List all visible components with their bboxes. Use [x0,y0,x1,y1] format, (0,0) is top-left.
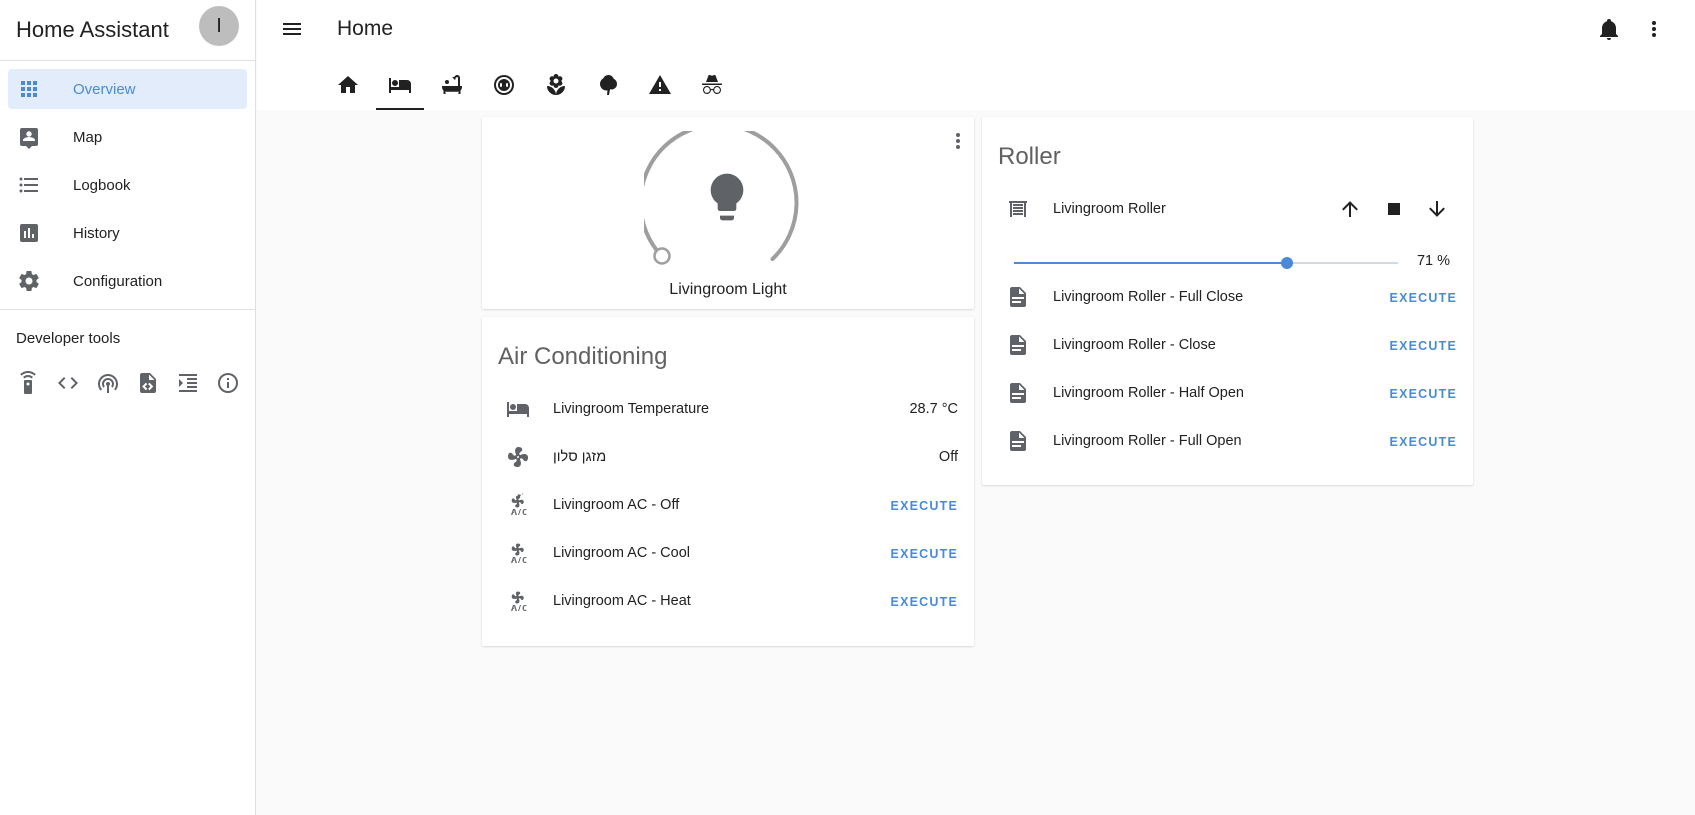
user-avatar[interactable]: I [199,6,239,46]
stop-icon[interactable] [1382,197,1406,221]
air-conditioner-icon [506,589,530,613]
sidebar-header: Home Assistant I [0,0,255,61]
robot-vacuum-icon [492,73,516,97]
script-name: Livingroom Roller - Full Open [1053,433,1242,449]
file-document-icon [1006,285,1030,309]
chart-box-icon [17,221,41,245]
arrow-up-icon[interactable] [1338,197,1362,221]
tab-bedroom[interactable] [374,60,426,110]
sidebar-item-label: Logbook [73,176,131,194]
sidebar-item-label: Overview [73,80,136,98]
dial-handle[interactable] [653,247,671,265]
tab-home[interactable] [322,60,374,110]
tree-icon [596,73,620,97]
file-code-icon[interactable] [136,371,160,395]
slider-knob[interactable] [1280,257,1293,269]
sidebar-item-map[interactable]: Map [8,117,247,157]
sidebar-item-overview[interactable]: Overview [8,69,247,109]
sidebar-nav: Overview Map Logbook History Configurati… [0,61,255,301]
card-title: Air Conditioning [498,343,668,370]
air-conditioner-icon [506,541,530,565]
tab-vacuum[interactable] [478,60,530,110]
entity-name: Livingroom Temperature [553,401,710,417]
information-outline-icon[interactable] [216,371,240,395]
execute-button[interactable]: EXECUTE [1390,291,1457,305]
entity-name: מזגן סלון [553,449,607,465]
bed-icon [388,73,412,97]
sidebar-item-logbook[interactable]: Logbook [8,165,247,205]
execute-button[interactable]: EXECUTE [891,499,958,513]
file-indent-icon[interactable] [176,371,200,395]
bathtub-icon [440,73,464,97]
alert-icon [648,73,672,97]
more-vertical-icon[interactable] [946,129,970,153]
incognito-icon [700,73,724,97]
app-title: Home Assistant [16,17,169,42]
sidebar-item-configuration[interactable]: Configuration [8,261,247,301]
script-name: Livingroom AC - Cool [553,545,690,561]
sidebar-item-label: Map [73,128,103,146]
script-name: Livingroom Roller - Close [1053,337,1216,353]
tab-bathroom[interactable] [426,60,478,110]
cog-icon [17,269,41,293]
bed-icon [506,397,530,421]
page-title: Home [337,17,394,40]
developer-tools-title: Developer tools [16,330,121,347]
menu-icon[interactable] [280,17,304,41]
roller-card: Roller Livingroom Roller 71 % Livingroom… [982,117,1473,485]
map-account-icon [17,125,41,149]
script-name: Livingroom AC - Off [553,497,680,513]
sidebar: Home Assistant I Overview Map Logbook Hi… [0,0,256,815]
apps-icon [17,77,41,101]
bell-icon[interactable] [1597,17,1621,41]
script-name: Livingroom Roller - Half Open [1053,385,1244,401]
developer-tools-bar [0,358,255,408]
file-document-icon [1006,381,1030,405]
entity-state: Off [938,449,958,465]
sidebar-item-history[interactable]: History [8,213,247,253]
position-slider[interactable] [1014,253,1398,273]
sidebar-item-label: Configuration [73,272,163,290]
execute-button[interactable]: EXECUTE [891,595,958,609]
card-title: Roller [998,143,1061,170]
window-shutter-icon[interactable] [1006,197,1030,221]
script-name: Livingroom Roller - Full Close [1053,289,1244,305]
format-list-bulleted-icon [17,173,41,197]
more-vertical-icon[interactable] [1642,17,1666,41]
light-name[interactable]: Livingroom Light [482,281,974,299]
script-name: Livingroom AC - Heat [553,593,691,609]
sidebar-item-label: History [73,224,120,242]
tab-away[interactable] [686,60,738,110]
arrow-down-icon[interactable] [1425,197,1449,221]
lightbulb-icon[interactable] [699,169,755,225]
execute-button[interactable]: EXECUTE [1390,387,1457,401]
home-icon [336,73,360,97]
entity-state: 28.7 °C [909,401,958,417]
air-conditioner-icon [506,493,530,517]
light-card: Livingroom Light [482,117,974,309]
position-value: 71 % [1416,253,1450,269]
cover-name[interactable]: Livingroom Roller [1053,201,1166,217]
tab-alerts[interactable] [634,60,686,110]
ac-card: Air Conditioning Livingroom Temperature … [482,317,974,646]
flower-icon [544,73,568,97]
file-document-icon [1006,333,1030,357]
remote-icon[interactable] [16,371,40,395]
execute-button[interactable]: EXECUTE [1390,339,1457,353]
slider-fill [1014,262,1287,264]
app-header: Home [257,0,1695,110]
execute-button[interactable]: EXECUTE [1390,435,1457,449]
access-point-icon[interactable] [96,371,120,395]
file-document-icon [1006,429,1030,453]
tab-outdoor[interactable] [582,60,634,110]
execute-button[interactable]: EXECUTE [891,547,958,561]
tab-garden[interactable] [530,60,582,110]
code-brackets-icon[interactable] [56,371,80,395]
fan-icon [506,445,530,469]
